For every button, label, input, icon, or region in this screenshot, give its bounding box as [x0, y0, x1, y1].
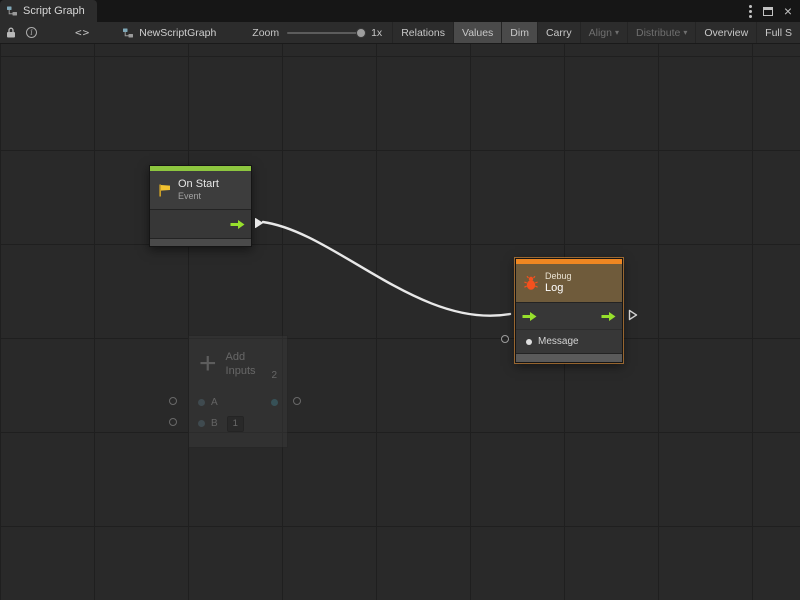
port-b-label: B: [211, 418, 218, 429]
chevron-down-icon: ▾: [683, 28, 687, 37]
flow-arrow-out-icon[interactable]: [230, 219, 245, 230]
message-input-port-circle[interactable]: [501, 335, 509, 343]
graph-name-button[interactable]: NewScriptGraph: [122, 27, 216, 39]
window-controls: ×: [749, 4, 800, 18]
add-title-line2: Inputs: [226, 364, 256, 378]
output-port-dot[interactable]: [271, 399, 278, 406]
relations-button[interactable]: Relations: [392, 22, 453, 44]
message-port-label: Message: [538, 336, 579, 347]
ghost-output-circle[interactable]: [293, 397, 301, 405]
debug-category: Debug: [545, 271, 572, 282]
script-graph-window: Script Graph × i <>: [0, 0, 800, 600]
distribute-label: Distribute: [636, 27, 680, 39]
connection-wire[interactable]: [263, 222, 510, 316]
tab-title: Script Graph: [23, 5, 85, 17]
trigger-row: [516, 303, 622, 329]
zoom-slider[interactable]: [287, 32, 364, 34]
toolbar-button-group: Relations Values Dim Carry Align ▾ Distr…: [392, 22, 800, 44]
plus-icon: +: [199, 350, 217, 378]
port-row-a: A: [189, 392, 287, 413]
port-b-value[interactable]: 1: [227, 416, 244, 432]
debug-title: Log: [545, 282, 572, 295]
dim-button[interactable]: Dim: [501, 22, 537, 44]
tab-script-graph[interactable]: Script Graph: [0, 0, 97, 22]
add-title-line1: Add: [226, 350, 256, 364]
node-footer: [516, 353, 622, 362]
add-ghost-header: + Add Inputs 2: [189, 336, 287, 392]
node-add-ghost[interactable]: + Add Inputs 2 A B 1: [188, 335, 288, 448]
fullscreen-button[interactable]: Full S: [756, 22, 800, 44]
port-row-b: B 1: [189, 413, 287, 434]
add-input-count[interactable]: 2: [271, 370, 277, 392]
trigger-row: [150, 210, 251, 238]
chevron-down-icon: ▾: [615, 28, 619, 37]
toolbar: i <> NewScriptGraph Zoom 1x Relations Va…: [0, 22, 800, 44]
flag-icon: [157, 183, 172, 198]
zoom-slider-knob[interactable]: [356, 28, 366, 38]
debug-output-trigger-port[interactable]: [628, 308, 638, 320]
debug-log-header: Debug Log: [516, 264, 622, 302]
code-icon[interactable]: <>: [75, 26, 90, 39]
port-b-dot[interactable]: [198, 420, 205, 427]
on-start-header: On Start Event: [150, 171, 251, 209]
info-glyph: i: [26, 27, 37, 38]
align-label: Align: [589, 27, 612, 39]
distribute-button[interactable]: Distribute ▾: [627, 22, 695, 44]
values-button[interactable]: Values: [453, 22, 501, 44]
graph-name-label: NewScriptGraph: [139, 27, 216, 39]
info-icon[interactable]: i: [26, 27, 37, 38]
debug-ports: Message: [516, 302, 622, 353]
graph-canvas[interactable]: On Start Event: [0, 44, 800, 600]
on-start-ports: [150, 209, 251, 238]
bug-icon: [523, 275, 539, 291]
on-start-subtitle: Event: [178, 191, 219, 202]
port-a-label: A: [211, 397, 218, 408]
maximize-icon[interactable]: [763, 7, 773, 16]
message-row: Message: [516, 329, 622, 353]
node-debug-log[interactable]: Debug Log: [515, 258, 623, 363]
ghost-port-a-circle[interactable]: [169, 397, 177, 405]
on-start-output-trigger-port[interactable]: [254, 216, 264, 228]
menu-kebab-icon[interactable]: [749, 5, 752, 18]
wire-layer: [0, 44, 800, 600]
window-titlebar: Script Graph ×: [0, 0, 800, 22]
ghost-port-b-circle[interactable]: [169, 418, 177, 426]
graph-asset-icon: [122, 27, 134, 39]
flow-arrow-in-icon[interactable]: [522, 311, 537, 322]
node-footer: [150, 238, 251, 246]
carry-button[interactable]: Carry: [537, 22, 580, 44]
overview-button[interactable]: Overview: [695, 22, 756, 44]
ghost-footer-space: [189, 434, 287, 447]
zoom-value: 1x: [371, 27, 382, 39]
script-graph-icon: [6, 5, 18, 17]
port-a-dot[interactable]: [198, 399, 205, 406]
lock-icon[interactable]: [6, 27, 16, 38]
on-start-title: On Start: [178, 178, 219, 191]
align-button[interactable]: Align ▾: [580, 22, 627, 44]
message-port-dot[interactable]: [526, 339, 532, 345]
zoom-label: Zoom: [252, 27, 279, 39]
flow-arrow-out-icon[interactable]: [601, 311, 616, 322]
close-icon[interactable]: ×: [784, 4, 792, 18]
node-on-start[interactable]: On Start Event: [149, 165, 252, 247]
